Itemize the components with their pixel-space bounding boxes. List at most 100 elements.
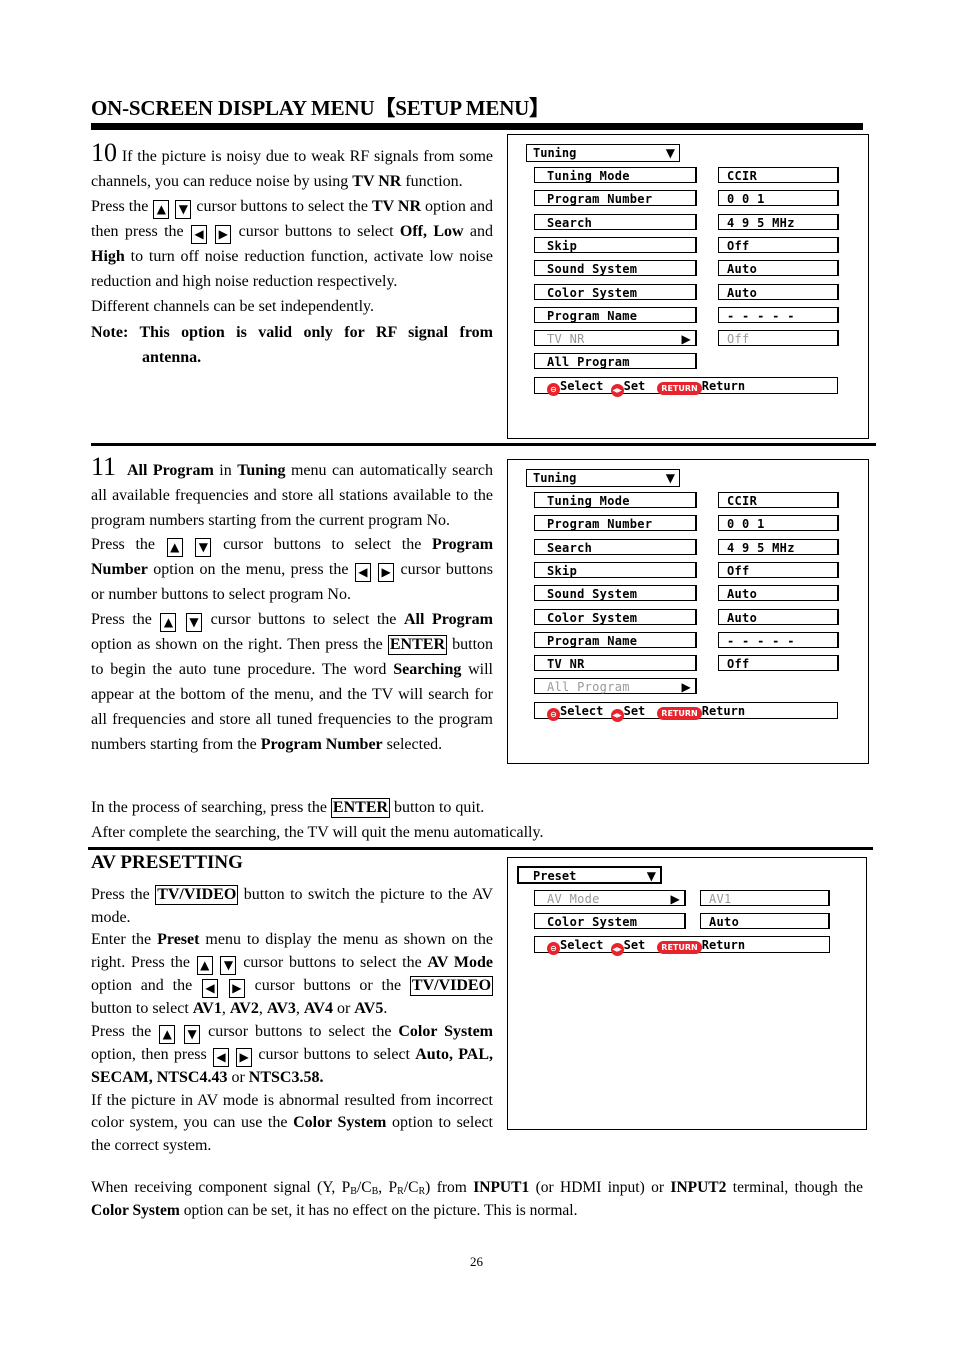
dropdown-arrow-icon: ▼: [665, 471, 675, 485]
menu-item-label: Search: [547, 215, 593, 230]
menu-item-program-number[interactable]: Program Number: [534, 515, 697, 532]
select-hint: Select: [560, 703, 604, 718]
menu-item-tv-nr[interactable]: TV NR ▶: [534, 330, 697, 347]
text: , P: [378, 1179, 398, 1196]
text-bold: All Program: [403, 611, 494, 628]
text: When receiving component signal (Y, P: [91, 1179, 351, 1196]
menu-value-program-name[interactable]: - - - - -: [718, 631, 839, 648]
menu-item-label: Skip: [547, 563, 578, 578]
set-hint: Set: [623, 378, 646, 393]
right-key-icon: ▶: [215, 225, 232, 244]
menu-item-program-number[interactable]: Program Number: [534, 190, 697, 207]
down-key-icon: ▼: [175, 200, 192, 219]
menu-item-skip[interactable]: Skip: [534, 561, 697, 578]
menu-value-tuning-mode[interactable]: CCIR: [718, 167, 839, 183]
left-key-icon: ◀: [212, 1047, 229, 1067]
menu-value-tuning-mode[interactable]: CCIR: [718, 492, 839, 508]
left-key-icon: ◀: [190, 225, 207, 244]
text-bold: SECAM: [91, 1068, 149, 1086]
select-updown-icon: ⊖: [547, 382, 560, 396]
text: Press the: [91, 886, 156, 903]
down-key-icon: ▼: [220, 956, 237, 976]
text: ,: [448, 1045, 459, 1063]
menu-item-color-system[interactable]: Color System: [534, 283, 697, 300]
menu-item-search[interactable]: Search: [534, 213, 697, 230]
section-divider: [91, 443, 876, 446]
text-bold: INPUT1: [473, 1179, 530, 1196]
menu-value-sound-system[interactable]: Auto: [718, 260, 839, 277]
text-bold: Searching: [393, 661, 462, 678]
text: ,: [489, 1045, 494, 1063]
menu-footer-hints: ⊖ Select ◀▶ Set RETURN Return: [534, 936, 830, 956]
text: in: [213, 462, 238, 479]
menu-item-label: Tuning Mode: [547, 169, 630, 183]
text-bold: AV4: [303, 1000, 333, 1018]
menu-footer-hints: ⊖ Select ◀▶ Set RETURN Return: [534, 701, 838, 722]
menu-value-program-number[interactable]: 0 0 1: [718, 515, 839, 532]
up-key-icon: ▲: [196, 956, 213, 976]
menu-value-program-name[interactable]: - - - - -: [718, 306, 839, 323]
text: cursor buttons to select the: [212, 536, 433, 553]
dropdown-arrow-icon: ▼: [665, 146, 675, 160]
enter-key-label: ENTER: [387, 635, 447, 655]
text: or: [332, 1000, 355, 1018]
section-10: 10 If the picture is noisy due to weak R…: [91, 140, 493, 370]
menu-header[interactable]: Preset ▼: [517, 866, 662, 884]
menu-value-program-number[interactable]: 0 0 1: [718, 190, 839, 207]
menu-header[interactable]: Tuning ▼: [526, 144, 680, 162]
page-number: 26: [470, 1254, 483, 1269]
text: Press the: [91, 198, 153, 215]
menu-item-program-name[interactable]: Program Name: [534, 631, 697, 648]
menu-value-color-system[interactable]: Auto: [718, 283, 839, 300]
text-bold: TV NR: [352, 173, 402, 190]
menu-value-search[interactable]: 4 9 5 MHz: [718, 538, 839, 555]
tv-video-key-label: TV/VIDEO: [155, 885, 239, 905]
menu-value-color-system[interactable]: Auto: [718, 608, 839, 625]
subscript: B: [350, 1186, 357, 1197]
menu-item-tuning-mode[interactable]: Tuning Mode: [534, 492, 697, 508]
menu-value-tv-nr[interactable]: Off: [718, 655, 839, 672]
select-hint: Select: [560, 938, 604, 952]
menu-value-color-system[interactable]: Auto: [700, 913, 830, 929]
tuning-menu-allprogram: Tuning ▼ Tuning Mode CCIR Program Number 0 0…: [507, 459, 869, 764]
menu-item-label: Sound System: [547, 587, 638, 602]
menu-value-skip[interactable]: Off: [718, 561, 839, 578]
select-hint: Select: [560, 378, 604, 393]
text: Enter the: [91, 931, 158, 949]
text-bold: Preset: [157, 931, 200, 949]
text: option can be set, it has no effect on t…: [179, 1202, 578, 1219]
menu-value-tv-nr[interactable]: Off: [718, 330, 839, 347]
menu-item-tv-nr[interactable]: TV NR: [534, 655, 697, 672]
menu-item-all-program[interactable]: All Program: [534, 353, 697, 370]
dropdown-arrow-icon: ▼: [646, 869, 656, 883]
return-hint: Return: [701, 378, 746, 393]
select-updown-icon: ⊖: [547, 707, 560, 721]
menu-header[interactable]: Tuning ▼: [526, 469, 680, 487]
menu-item-all-program[interactable]: All Program ▶: [534, 678, 697, 695]
menu-value-sound-system[interactable]: Auto: [718, 585, 839, 602]
menu-item-search[interactable]: Search: [534, 538, 697, 555]
menu-item-color-system[interactable]: Color System: [534, 913, 686, 929]
menu-item-skip[interactable]: Skip: [534, 236, 697, 253]
text-bold: AV3: [266, 1000, 296, 1018]
menu-value-search[interactable]: 4 9 5 MHz: [718, 213, 839, 230]
menu-item-tuning-mode[interactable]: Tuning Mode: [534, 167, 697, 183]
menu-value-skip[interactable]: Off: [718, 236, 839, 253]
text: (or HDMI input) or: [529, 1179, 671, 1196]
menu-item-av-mode[interactable]: AV Mode ▶: [534, 890, 686, 906]
text-bold: Off: [399, 223, 424, 240]
menu-header-label: Tuning: [533, 146, 577, 160]
menu-item-sound-system[interactable]: Sound System: [534, 260, 697, 277]
menu-item-program-name[interactable]: Program Name: [534, 306, 697, 323]
up-key-icon: ▲: [153, 200, 170, 219]
down-key-icon: ▼: [186, 613, 203, 632]
up-key-icon: ▲: [166, 538, 183, 557]
menu-item-color-system[interactable]: Color System: [534, 608, 697, 625]
menu-item-sound-system[interactable]: Sound System: [534, 585, 697, 602]
menu-header-label: Preset: [533, 869, 577, 883]
set-leftright-icon: ◀▶: [610, 943, 624, 956]
menu-value-av-mode[interactable]: AV1: [700, 890, 830, 906]
down-key-icon: ▼: [184, 1024, 201, 1044]
return-hint: Return: [701, 703, 746, 718]
text: to turn off noise reduction function, ac…: [91, 248, 493, 290]
